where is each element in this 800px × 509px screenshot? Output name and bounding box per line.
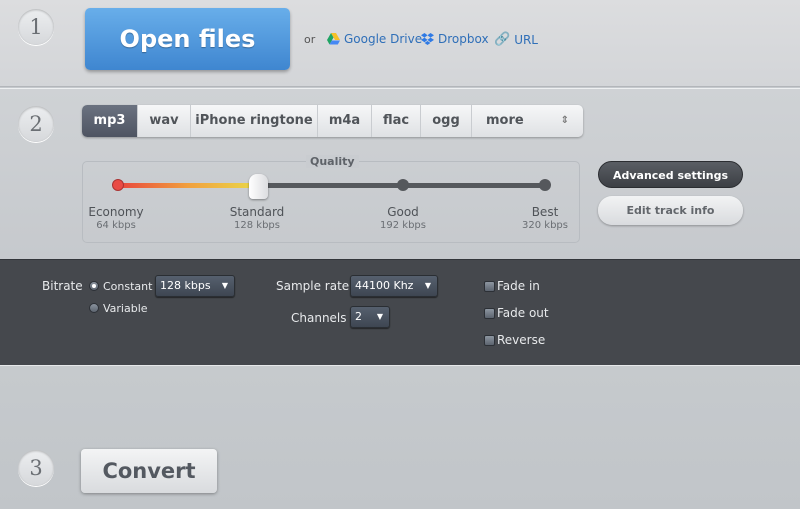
more-label: more [486,113,524,128]
quality-slider-fill [118,183,258,188]
advanced-settings-button[interactable]: Advanced settings [598,161,743,188]
dropbox-icon [421,33,434,45]
quality-stop-economy[interactable] [112,179,124,191]
convert-button[interactable]: Convert [81,449,217,493]
quality-rate-economy: 64 kbps [96,220,136,231]
quality-label-economy: Economy [88,205,144,219]
fade-out-label: Fade out [497,306,549,320]
tab-more[interactable]: more ⇕ [472,105,583,137]
google-drive-link[interactable]: Google Drive [327,32,422,46]
sample-rate-label: Sample rate [276,279,350,293]
variable-label: Variable [103,302,148,315]
updown-icon: ⇕ [560,115,569,126]
reverse-label: Reverse [497,333,546,347]
channels-label: Channels [291,311,347,325]
google-drive-icon [327,33,340,45]
channels-select[interactable]: 2 ▼ [350,306,390,328]
quality-stop-best[interactable] [539,179,551,191]
or-text: or [304,33,316,46]
step-3-badge: 3 [18,450,54,486]
open-files-button[interactable]: Open files [85,8,290,70]
bitrate-select[interactable]: 128 kbps ▼ [155,275,235,297]
quality-label-standard: Standard [229,205,285,219]
tab-m4a[interactable]: m4a [318,105,372,137]
quality-title: Quality [306,155,359,168]
url-link[interactable]: 🔗 URL [494,32,538,47]
quality-label-best: Best [531,205,559,219]
format-tabs: mp3 wav iPhone ringtone m4a flac ogg mor… [82,105,583,137]
sample-rate-select[interactable]: 44100 Khz ▼ [350,275,438,297]
step-1-badge: 1 [18,9,54,45]
dropdown-arrow-icon: ▼ [424,281,431,290]
channels-value: 2 [355,310,362,323]
quality-stop-good[interactable] [397,179,409,191]
variable-radio[interactable] [89,303,99,313]
link-icon: 🔗 [494,32,511,47]
constant-radio[interactable] [89,281,99,291]
dropdown-arrow-icon: ▼ [221,281,228,290]
quality-rate-standard: 128 kbps [234,220,280,231]
tab-iphone-ringtone[interactable]: iPhone ringtone [191,105,318,137]
step-2-badge: 2 [18,106,54,142]
tab-mp3[interactable]: mp3 [82,105,138,137]
fade-in-label: Fade in [497,279,540,293]
tab-ogg[interactable]: ogg [421,105,472,137]
bitrate-value: 128 kbps [160,279,211,292]
quality-rate-good: 192 kbps [380,220,426,231]
tab-wav[interactable]: wav [138,105,191,137]
edit-track-info-button[interactable]: Edit track info [598,196,743,225]
fade-in-checkbox[interactable] [484,281,495,292]
url-label: URL [514,32,538,47]
fade-out-checkbox[interactable] [484,308,495,319]
dropbox-link[interactable]: Dropbox [421,32,489,46]
tab-flac[interactable]: flac [372,105,421,137]
quality-slider-handle[interactable] [249,174,268,199]
reverse-checkbox[interactable] [484,335,495,346]
bitrate-label: Bitrate [42,279,83,293]
quality-rate-best: 320 kbps [522,220,568,231]
google-drive-label: Google Drive [344,32,423,46]
dropdown-arrow-icon: ▼ [376,312,383,321]
quality-label-good: Good [387,205,419,219]
sample-rate-value: 44100 Khz [355,279,414,292]
constant-label: Constant [103,280,153,293]
dropbox-label: Dropbox [438,32,489,46]
